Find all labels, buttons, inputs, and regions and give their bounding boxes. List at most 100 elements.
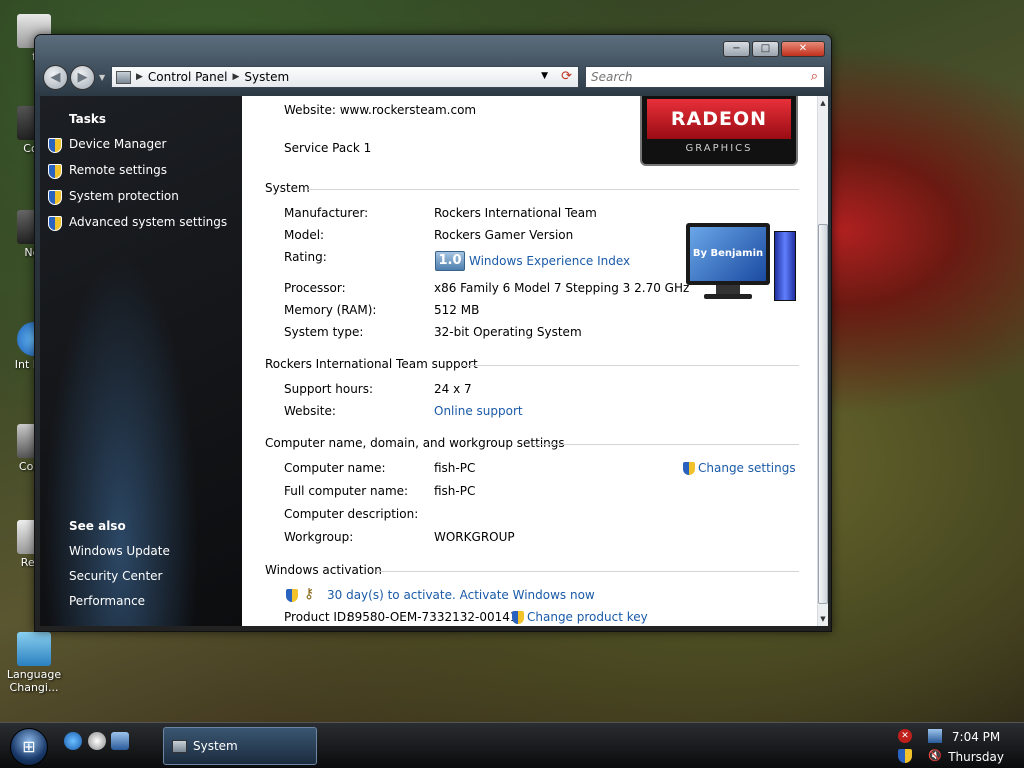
breadcrumb-system[interactable]: System <box>244 70 289 84</box>
workgroup-value: WORKGROUP <box>434 530 515 544</box>
clock-day: Thursday <box>948 750 1004 764</box>
search-box[interactable]: ⌕ <box>585 66 825 88</box>
processor-label: Processor: <box>284 281 346 295</box>
network-icon[interactable] <box>928 729 942 743</box>
pc-caption: By Benjamin <box>690 227 766 281</box>
address-bar[interactable]: ▶ Control Panel ▶ System ▼ ⟳ <box>111 66 579 88</box>
system-heading: System <box>265 181 310 195</box>
shield-icon <box>683 462 695 475</box>
forward-button[interactable]: ▶ <box>70 65 95 90</box>
manufacturer-value: Rockers International Team <box>434 206 597 220</box>
minimize-button[interactable]: − <box>723 41 750 57</box>
product-id-value: 89580-OEM-7332132-00141 <box>347 610 518 624</box>
control-panel-icon <box>172 739 187 753</box>
support-hours-value: 24 x 7 <box>434 382 472 396</box>
oem-logo-brand: RADEON <box>647 99 791 139</box>
taskbar-item-system[interactable]: System <box>163 727 317 765</box>
computer-description-label: Computer description: <box>284 507 419 521</box>
system-type-value: 32-bit Operating System <box>434 325 582 339</box>
windows-media-icon[interactable] <box>88 732 106 750</box>
task-device-manager[interactable]: Device Manager <box>69 137 166 151</box>
service-pack: Service Pack 1 <box>284 141 372 155</box>
product-id-label: Product ID: <box>284 610 351 624</box>
desktop-icon-language[interactable]: Language Changi... <box>4 632 64 694</box>
recent-pages-dropdown[interactable]: ▼ <box>99 73 105 82</box>
close-button[interactable]: ✕ <box>781 41 825 57</box>
language-icon <box>17 632 51 666</box>
system-details: Website: www.rockersteam.com Service Pac… <box>242 96 817 626</box>
oem-logo: RADEON GRAPHICS <box>640 96 798 166</box>
online-support-link[interactable]: Online support <box>434 404 523 418</box>
notification-area: ✕ 🔇 <box>898 727 942 765</box>
start-button[interactable]: ⊞ <box>10 728 48 766</box>
oem-website-line: Website: www.rockersteam.com <box>284 103 477 117</box>
shield-icon <box>48 138 62 153</box>
computer-name-label: Computer name: <box>284 461 386 475</box>
section-divider <box>376 571 799 572</box>
search-input[interactable] <box>591 70 791 84</box>
memory-label: Memory (RAM): <box>284 303 377 317</box>
processor-value: x86 Family 6 Model 7 Stepping 3 2.70 GHz <box>434 281 690 295</box>
see-also-heading: See also <box>69 519 126 533</box>
rating-score-badge[interactable]: 1.0 <box>435 251 465 271</box>
breadcrumb-separator-icon[interactable]: ▶ <box>233 72 240 82</box>
see-also-windows-update[interactable]: Windows Update <box>69 544 170 558</box>
navigation-buttons: ◀ ▶ ▼ <box>43 65 105 90</box>
see-also-security-center[interactable]: Security Center <box>69 569 162 583</box>
see-also-performance[interactable]: Performance <box>69 594 145 608</box>
model-label: Model: <box>284 228 325 242</box>
activation-heading: Windows activation <box>265 563 382 577</box>
section-divider <box>462 365 799 366</box>
maximize-button[interactable]: □ <box>752 41 779 57</box>
shield-icon <box>48 190 62 205</box>
change-settings-link[interactable]: Change settings <box>698 461 796 475</box>
monitor-base <box>704 294 752 299</box>
task-system-protection[interactable]: System protection <box>69 189 179 203</box>
security-alert-icon[interactable]: ✕ <box>898 729 912 743</box>
vertical-scrollbar[interactable]: ▲ ▼ <box>817 96 828 626</box>
taskbar-item-label: System <box>193 739 238 753</box>
address-dropdown-icon[interactable]: ▼ <box>541 71 548 81</box>
clock[interactable]: 7:04 PM Thursday <box>948 727 1004 767</box>
activate-windows-link[interactable]: 30 day(s) to activate. Activate Windows … <box>327 588 595 602</box>
pc-tower-icon <box>774 231 796 301</box>
breadcrumb-control-panel[interactable]: Control Panel <box>148 70 228 84</box>
support-heading: Rockers International Team support <box>265 357 478 371</box>
refresh-icon[interactable]: ⟳ <box>561 69 572 84</box>
rating-label: Rating: <box>284 250 327 264</box>
shield-icon <box>286 589 298 602</box>
model-value: Rockers Gamer Version <box>434 228 574 242</box>
caption-buttons: − □ ✕ <box>723 41 825 57</box>
windows-experience-index-link[interactable]: Windows Experience Index <box>469 254 630 268</box>
computer-name-value: fish-PC <box>434 461 476 475</box>
volume-muted-icon[interactable]: 🔇 <box>928 749 942 763</box>
internet-explorer-icon[interactable] <box>64 732 82 750</box>
back-button[interactable]: ◀ <box>43 65 68 90</box>
control-panel-icon <box>116 70 131 84</box>
change-product-key-link[interactable]: Change product key <box>527 610 648 624</box>
forward-arrow-icon: ▶ <box>77 70 88 85</box>
desktop-icon-label: Language Changi... <box>6 668 62 694</box>
section-divider <box>534 444 799 445</box>
search-icon[interactable]: ⌕ <box>811 69 818 84</box>
clock-time: 7:04 PM <box>951 730 1001 744</box>
scroll-down-icon[interactable]: ▼ <box>818 612 828 626</box>
show-desktop-icon[interactable] <box>111 732 129 750</box>
task-remote-settings[interactable]: Remote settings <box>69 163 167 177</box>
system-window: − □ ✕ ◀ ▶ ▼ ▶ Control Panel ▶ System ▼ ⟳… <box>34 34 832 632</box>
tasks-pane: Tasks Device Manager Remote settings Sys… <box>40 96 242 626</box>
key-icon: ⚷ <box>304 586 315 602</box>
breadcrumb-separator-icon[interactable]: ▶ <box>136 72 143 82</box>
shield-icon[interactable] <box>898 749 912 763</box>
section-divider <box>308 189 799 190</box>
computer-name-heading: Computer name, domain, and workgroup set… <box>265 436 565 450</box>
scroll-up-icon[interactable]: ▲ <box>818 96 828 110</box>
back-arrow-icon: ◀ <box>50 70 61 85</box>
full-computer-name-value: fish-PC <box>434 484 476 498</box>
memory-value: 512 MB <box>434 303 480 317</box>
shield-icon <box>48 216 62 231</box>
support-website-label: Website: <box>284 404 336 418</box>
shield-icon <box>512 611 524 624</box>
scroll-thumb[interactable] <box>818 224 828 604</box>
task-advanced-system-settings[interactable]: Advanced system settings <box>69 215 227 229</box>
